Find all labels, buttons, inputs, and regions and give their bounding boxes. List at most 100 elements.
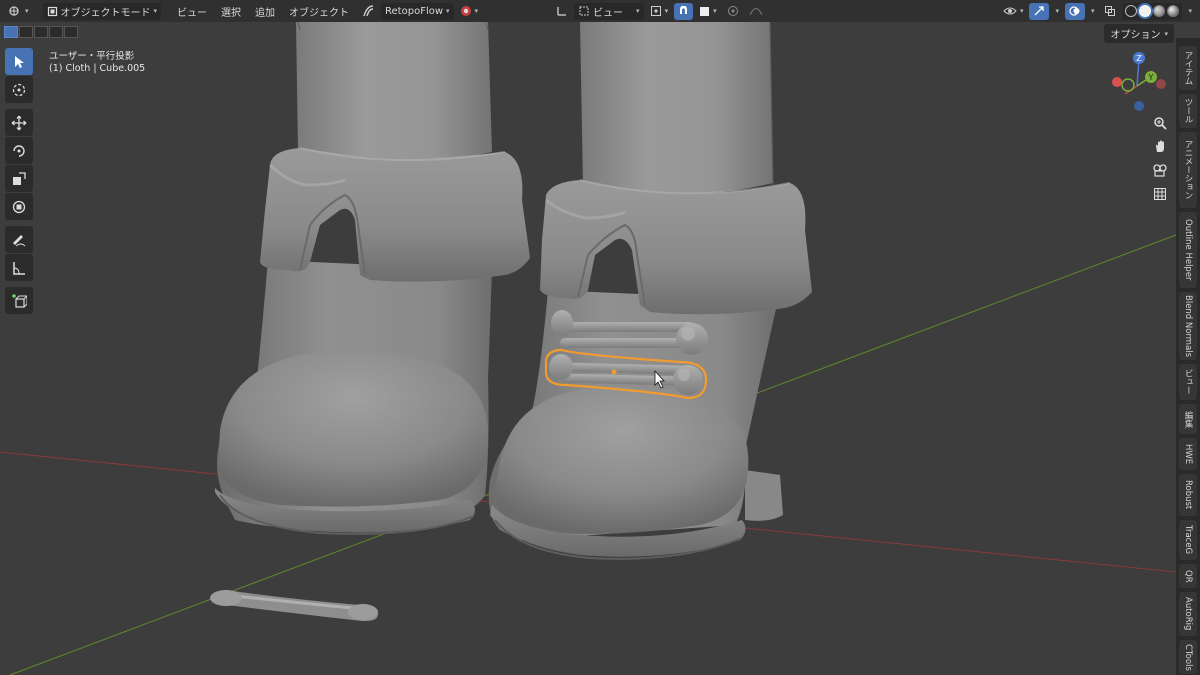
pivot-icon: [650, 6, 661, 16]
tab-ctools[interactable]: CTools: [1179, 640, 1197, 674]
annotate-tool[interactable]: [5, 226, 33, 253]
options-dropdown[interactable]: オプション ▾: [1104, 24, 1174, 43]
scale-tool[interactable]: [5, 165, 33, 192]
tab-label: ビュー: [1183, 369, 1193, 395]
retopoflow-menu[interactable]: RetopoFlow ▾: [381, 2, 454, 20]
cursor-arrow-icon: [15, 55, 24, 68]
measure-tool[interactable]: [5, 254, 33, 281]
chevron-down-icon: ▾: [1188, 7, 1192, 15]
select-new-icon[interactable]: [4, 26, 18, 38]
addon-logo-button[interactable]: [357, 3, 379, 20]
tab-label: QR: [1183, 569, 1193, 583]
select-extend-icon[interactable]: [19, 26, 33, 38]
tab-traceg[interactable]: TraceG: [1179, 520, 1197, 560]
xray-toggle[interactable]: [1100, 3, 1120, 20]
shading-options-button[interactable]: ▾: [1184, 3, 1196, 20]
wireframe-shading-icon[interactable]: [1125, 5, 1138, 17]
overlays-options-button[interactable]: ▾: [1087, 3, 1099, 20]
camera-view-icon[interactable]: [1150, 160, 1170, 180]
transform-orientation-button[interactable]: [552, 3, 572, 20]
xray-icon: [1105, 6, 1116, 16]
navigation-gizmo[interactable]: Z Y: [1105, 48, 1169, 112]
tab-blend-normals[interactable]: Blend Normals: [1179, 292, 1197, 360]
mode-select[interactable]: オブジェクトモード ▾: [42, 2, 162, 20]
scene-render: [0, 22, 1176, 675]
select-mode-group: [4, 26, 78, 38]
gizmo-toggle[interactable]: [1029, 2, 1050, 20]
tab-label: 編集: [1183, 410, 1193, 428]
snap-toggle[interactable]: [674, 2, 694, 20]
tab-hwe[interactable]: HWE: [1179, 438, 1197, 470]
chevron-down-icon: ▾: [1090, 7, 1095, 15]
3d-viewport[interactable]: ユーザー・平行投影 (1) Cloth | Cube.005 オプション ▾ Z…: [0, 22, 1176, 675]
gizmo-y-label: Y: [1148, 73, 1154, 82]
grid-projection-icon[interactable]: [1150, 184, 1170, 204]
tab-label: Outline Helper: [1183, 219, 1193, 281]
tab-label: Blend Normals: [1183, 294, 1193, 358]
pivot-point-button[interactable]: ▾: [646, 3, 673, 20]
overlays-toggle[interactable]: [1064, 2, 1085, 20]
tab-edit[interactable]: 編集: [1179, 404, 1197, 434]
tab-label: HWE: [1183, 443, 1193, 465]
pan-hand-icon[interactable]: [1150, 136, 1170, 156]
tab-label: AutoRig: [1183, 597, 1193, 631]
options-label: オプション: [1110, 30, 1161, 41]
tab-outline-helper[interactable]: Outline Helper: [1179, 212, 1197, 288]
menu-add[interactable]: 追加: [249, 3, 281, 20]
tab-robust[interactable]: Robust: [1179, 474, 1197, 516]
menu-view[interactable]: ビュー: [171, 3, 213, 20]
move-tool[interactable]: [5, 109, 33, 136]
tab-tool[interactable]: ツール: [1179, 94, 1197, 128]
select-box-tool[interactable]: [5, 48, 33, 75]
retopoflow-label: RetopoFlow: [385, 5, 444, 17]
tab-label: CTools: [1183, 643, 1193, 671]
view-name-label: ユーザー・平行投影: [49, 51, 135, 62]
rotate-tool[interactable]: [5, 137, 33, 164]
zoom-icon[interactable]: [1150, 113, 1170, 133]
mode-label: オブジェクトモード: [60, 7, 151, 19]
select-subtract-icon[interactable]: [34, 26, 48, 38]
tab-qr[interactable]: QR: [1179, 564, 1197, 588]
gizmo-icon: [1034, 6, 1045, 16]
left-boot[interactable]: [215, 22, 530, 535]
shading-mode-group: [1122, 2, 1183, 20]
retopoflow-tool-button[interactable]: ▾: [456, 3, 483, 20]
transform-tool[interactable]: [5, 193, 33, 220]
proportional-edit-button[interactable]: [723, 3, 743, 20]
chevron-down-icon: ▾: [446, 7, 450, 15]
tab-item[interactable]: アイテム: [1179, 46, 1197, 90]
tab-animation[interactable]: アニメーション: [1179, 132, 1197, 208]
rendered-shading-icon[interactable]: [1167, 5, 1180, 17]
material-shading-icon[interactable]: [1153, 5, 1166, 17]
3d-cursor-icon: [12, 83, 26, 96]
add-cube-tool[interactable]: [5, 287, 33, 314]
tool-shelf: [5, 48, 33, 314]
magnet-icon: [680, 5, 688, 14]
gizmo-z-label: Z: [1136, 54, 1142, 63]
editor-type-button[interactable]: ▾: [4, 3, 33, 20]
falloff-curve-icon: [749, 8, 763, 16]
menu-select[interactable]: 選択: [215, 3, 247, 20]
falloff-button[interactable]: [745, 3, 767, 20]
tab-view[interactable]: ビュー: [1179, 364, 1197, 400]
tab-autorig[interactable]: AutoRig: [1179, 592, 1197, 636]
select-intersect-icon[interactable]: [64, 26, 78, 38]
pencil-icon: [13, 234, 26, 246]
right-boot[interactable]: [488, 22, 812, 560]
snap-target-button[interactable]: ▾: [695, 3, 721, 20]
gizmo-options-button[interactable]: ▾: [1051, 3, 1063, 20]
object-info-label: (1) Cloth | Cube.005: [49, 63, 146, 74]
visibility-button[interactable]: ▾: [999, 3, 1028, 20]
cursor-tool[interactable]: [5, 76, 33, 103]
menu-object[interactable]: オブジェクト: [283, 3, 355, 20]
solid-shading-icon[interactable]: [1139, 5, 1152, 17]
proportional-edit-icon: [727, 6, 738, 16]
select-difference-icon[interactable]: [49, 26, 63, 38]
object-mode-icon: [47, 6, 57, 16]
tab-label: ツール: [1183, 98, 1193, 124]
view-orientation-select[interactable]: ビュー ▾: [574, 2, 644, 20]
tab-label: Robust: [1183, 480, 1193, 510]
sidebar-tab-strip: アイテム ツール アニメーション Outline Helper Blend No…: [1176, 38, 1200, 675]
loose-strap[interactable]: [210, 590, 378, 622]
chevron-down-icon: ▾: [474, 7, 479, 15]
